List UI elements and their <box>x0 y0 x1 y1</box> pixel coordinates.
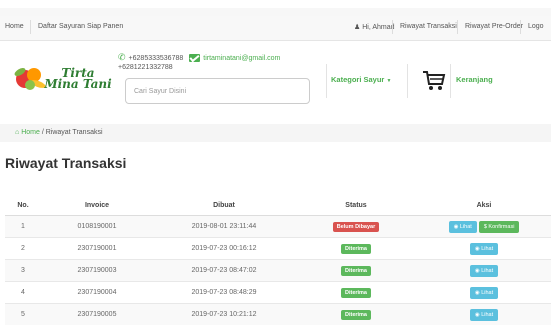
row-number: 4 <box>5 282 41 304</box>
invoice-cell: 2307190001 <box>41 238 153 260</box>
action-cell: ◉ Lihat <box>417 238 551 260</box>
caret-down-icon: ▼ <box>386 78 391 84</box>
lihat-button[interactable]: ◉ Lihat <box>470 287 498 299</box>
status-cell: Diterima <box>295 282 417 304</box>
status-cell: Diterima <box>295 238 417 260</box>
row-number: 3 <box>5 260 41 282</box>
lihat-label: Lihat <box>481 246 493 252</box>
lihat-label: Lihat <box>481 268 493 274</box>
eye-icon: ◉ <box>475 246 480 252</box>
lihat-button[interactable]: ◉ Lihat <box>470 243 498 255</box>
lihat-button[interactable]: ◉ Lihat <box>449 221 477 233</box>
eye-icon: ◉ <box>454 224 459 230</box>
nav-logout-link[interactable]: Logo <box>528 23 544 30</box>
action-cell: ◉ Lihat <box>417 260 551 282</box>
kategori-label: Kategori Sayur <box>331 75 384 84</box>
phone-number: +6285333536788 <box>129 55 184 62</box>
column-header: Dibuat <box>153 196 295 216</box>
top-bar: Home Daftar Sayuran Siap Panen ♟ Hi, Ahm… <box>0 0 551 32</box>
row-number: 1 <box>5 216 41 238</box>
contact-info: ✆+6285333536788 tirtaminatani@gmail.com +… <box>118 52 280 71</box>
lihat-label: Lihat <box>481 290 493 296</box>
lihat-label: Lihat <box>481 312 493 318</box>
status-badge: Diterima <box>341 288 371 298</box>
breadcrumb: ⌂ Home / Riwayat Transaksi <box>0 124 551 142</box>
konfirmasi-button[interactable]: $ Konfirmasi <box>479 221 520 233</box>
home-icon: ⌂ <box>15 129 19 136</box>
site-logo[interactable]: Tirta Mina Tani <box>10 55 122 105</box>
status-badge: Diterima <box>341 310 371 320</box>
invoice-cell: 2307190005 <box>41 304 153 325</box>
table-row: 4 2307190004 2019-07-23 08:48:29 Diterim… <box>5 282 551 304</box>
kategori-dropdown[interactable]: Kategori Sayur ▼ <box>331 75 391 84</box>
breadcrumb-current: Riwayat Transaksi <box>46 129 103 136</box>
header-divider <box>326 64 327 98</box>
action-cell: ◉ Lihat$ Konfirmasi <box>417 216 551 238</box>
keranjang-link[interactable]: Keranjang <box>456 75 493 84</box>
date-cell: 2019-08-01 23:11:44 <box>153 216 295 238</box>
invoice-cell: 0108190001 <box>41 216 153 238</box>
column-header: Invoice <box>41 196 153 216</box>
action-cell: ◉ Lihat <box>417 304 551 325</box>
status-cell: Belum Dibayar <box>295 216 417 238</box>
status-cell: Diterima <box>295 260 417 282</box>
user-name: Hi, Ahmad <box>362 24 394 31</box>
nav-divider <box>457 20 458 34</box>
date-cell: 2019-07-23 10:21:12 <box>153 304 295 325</box>
table-row: 3 2307190003 2019-07-23 08:47:02 Diterim… <box>5 260 551 282</box>
page-title: Riwayat Transaksi <box>5 155 126 171</box>
lihat-button[interactable]: ◉ Lihat <box>470 309 498 321</box>
eye-icon: ◉ <box>475 312 480 318</box>
date-cell: 2019-07-23 08:47:02 <box>153 260 295 282</box>
phone-icon: ✆ <box>118 52 126 63</box>
breadcrumb-home-label: Home <box>21 129 40 136</box>
eye-icon: ◉ <box>475 268 480 274</box>
user-icon: ♟ <box>354 24 360 31</box>
eye-icon: ◉ <box>475 290 480 296</box>
lihat-label: Lihat <box>460 224 472 230</box>
status-badge: Diterima <box>341 266 371 276</box>
row-number: 5 <box>5 304 41 325</box>
table-row: 2 2307190001 2019-07-23 00:16:12 Diterim… <box>5 238 551 260</box>
mail-icon <box>189 54 200 62</box>
date-cell: 2019-07-23 00:16:12 <box>153 238 295 260</box>
action-cell: ◉ Lihat <box>417 282 551 304</box>
table-row: 5 2307190005 2019-07-23 10:21:12 Diterim… <box>5 304 551 325</box>
invoice-cell: 2307190003 <box>41 260 153 282</box>
email-address[interactable]: tirtaminatani@gmail.com <box>203 55 280 62</box>
nav-divider <box>30 20 31 34</box>
nav-riwayat-transaksi-link[interactable]: Riwayat Transaksi <box>400 23 457 30</box>
phone-number-2: +6281221332788 <box>118 64 280 71</box>
table-row: 1 0108190001 2019-08-01 23:11:44 Belum D… <box>5 216 551 238</box>
status-badge: Belum Dibayar <box>333 222 380 232</box>
transaction-table: No. Invoice Dibuat Status Aksi 1 0108190… <box>5 196 551 325</box>
search-input[interactable]: Cari Sayur Disini <box>125 78 310 104</box>
header-divider <box>450 64 451 98</box>
nav-riwayat-preorder-link[interactable]: Riwayat Pre-Order <box>465 23 523 30</box>
breadcrumb-home[interactable]: ⌂ Home <box>15 129 40 136</box>
nav-divider <box>392 20 393 34</box>
user-greeting[interactable]: ♟ Hi, Ahmad <box>354 23 395 31</box>
column-header: Status <box>295 196 417 216</box>
nav-daftar-link[interactable]: Daftar Sayuran Siap Panen <box>38 23 123 30</box>
logo-text: Tirta Mina Tani <box>43 68 113 90</box>
date-cell: 2019-07-23 08:48:29 <box>153 282 295 304</box>
nav-home-link[interactable]: Home <box>5 23 24 30</box>
column-header: No. <box>5 196 41 216</box>
header-divider <box>407 64 408 98</box>
nav-divider <box>520 20 521 34</box>
row-number: 2 <box>5 238 41 260</box>
status-cell: Diterima <box>295 304 417 325</box>
lihat-button[interactable]: ◉ Lihat <box>470 265 498 277</box>
invoice-cell: 2307190004 <box>41 282 153 304</box>
column-header: Aksi <box>417 196 551 216</box>
cart-icon[interactable] <box>422 69 446 93</box>
status-badge: Diterima <box>341 244 371 254</box>
table-header-row: No. Invoice Dibuat Status Aksi <box>5 196 551 216</box>
